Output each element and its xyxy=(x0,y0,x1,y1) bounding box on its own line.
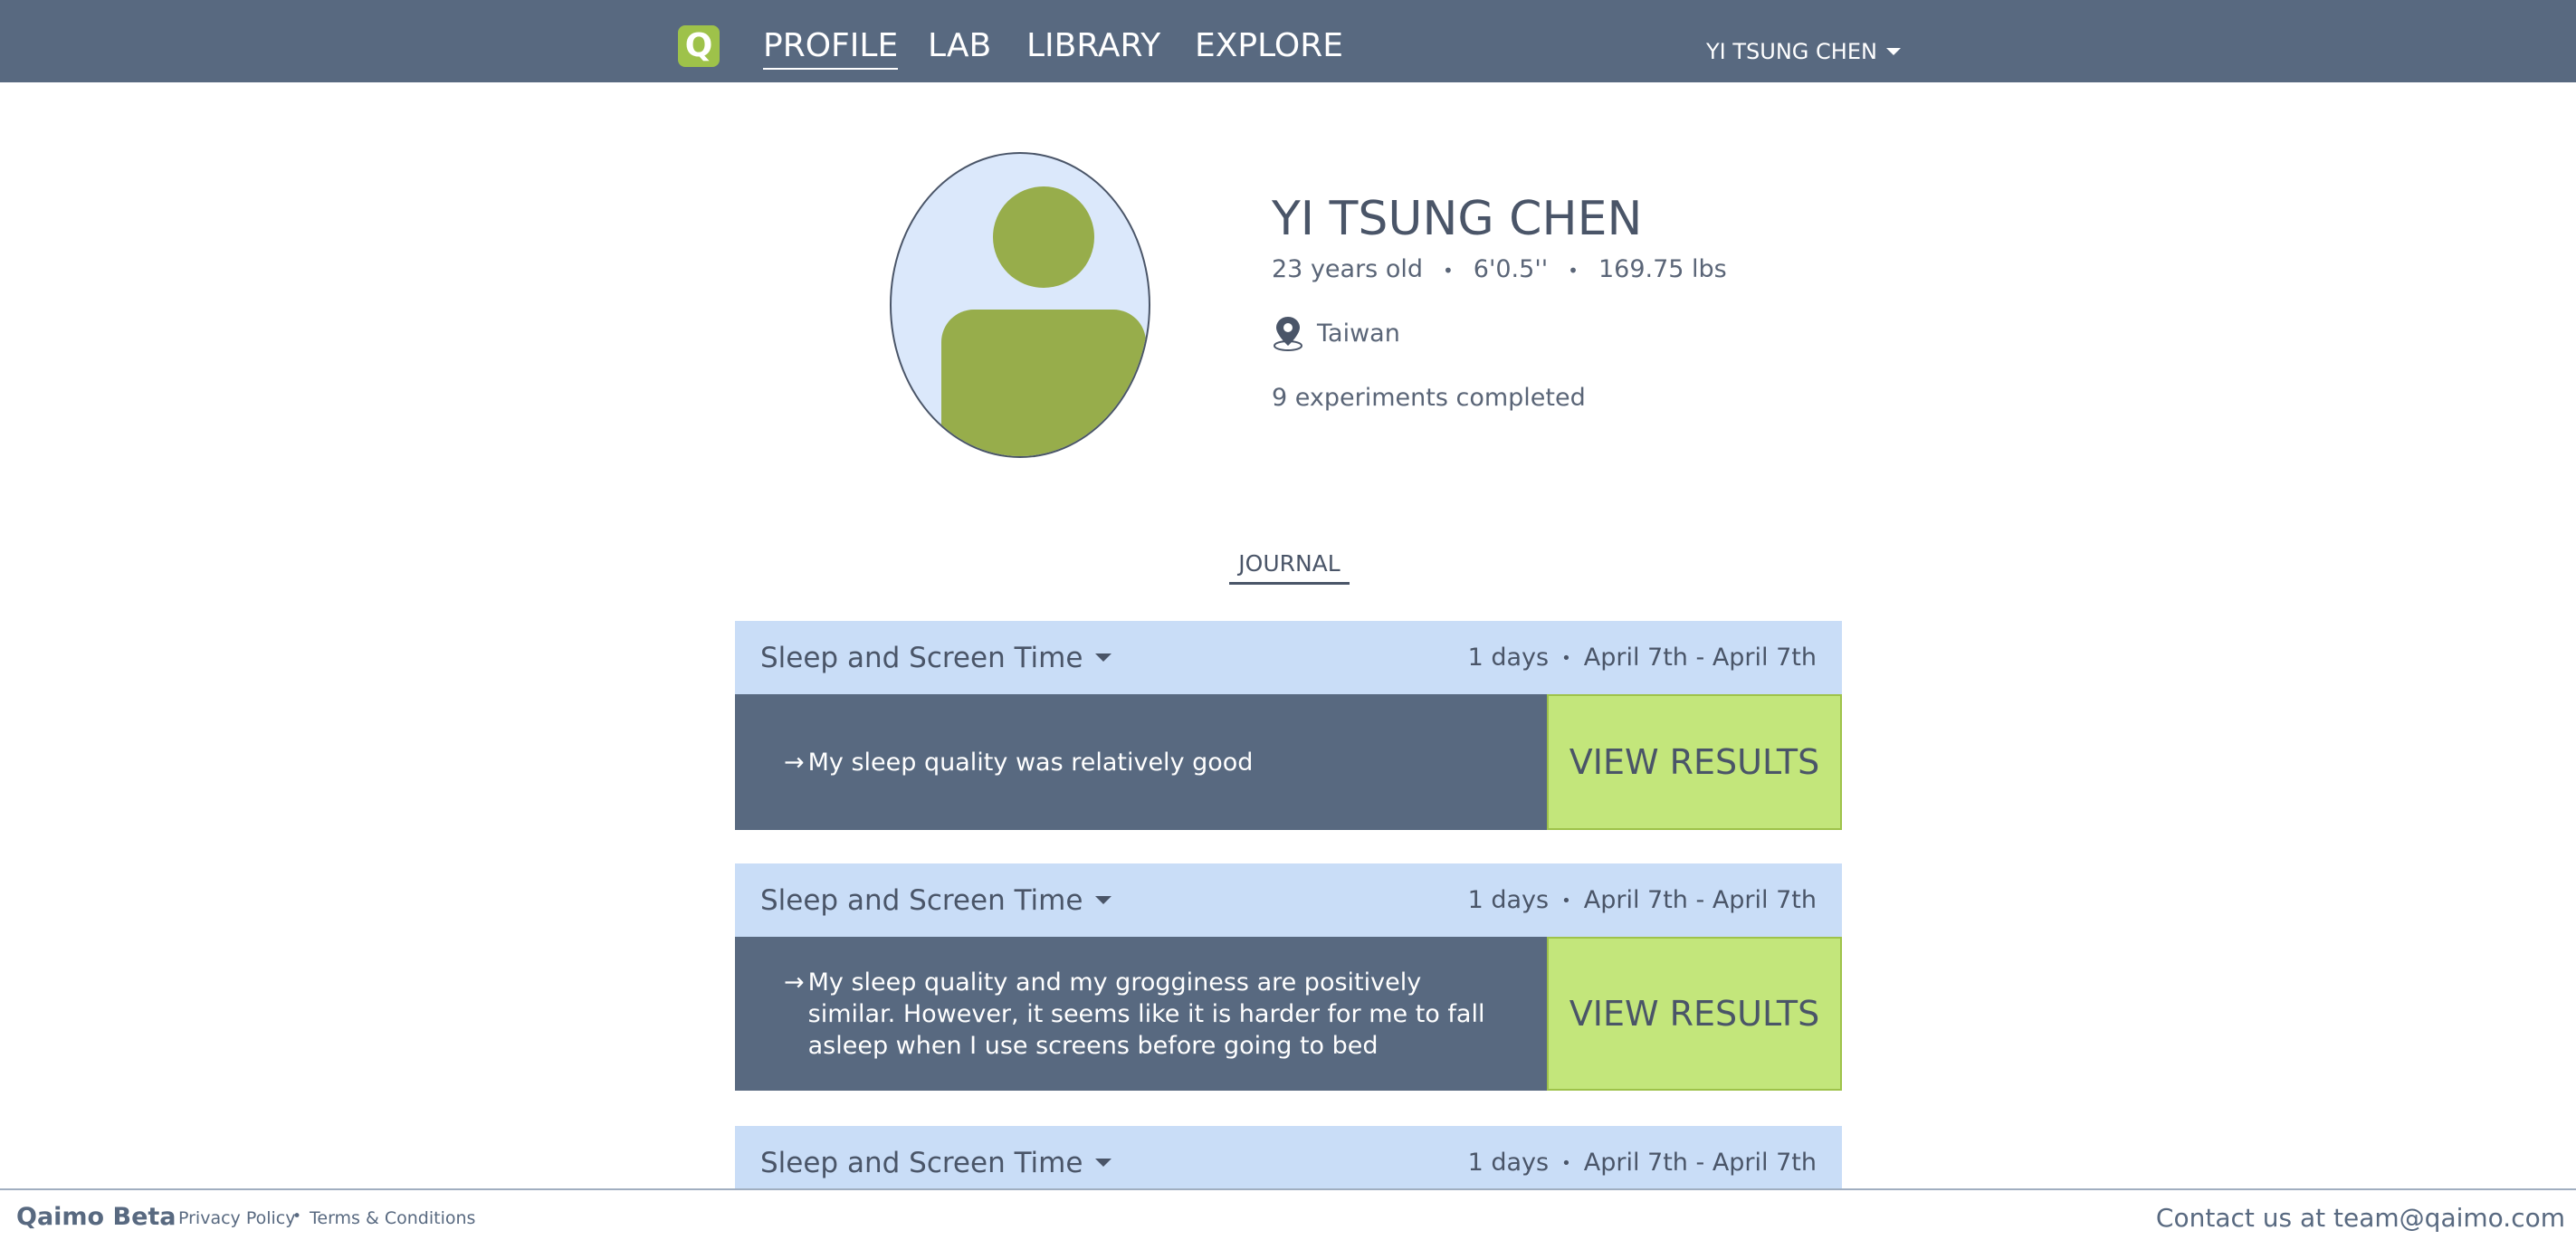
privacy-policy-link[interactable]: Privacy Policy xyxy=(178,1208,295,1228)
separator-dot: • xyxy=(1561,649,1571,668)
journal-entry-body: → My sleep quality was relatively good V… xyxy=(735,694,1842,830)
separator-dot: • xyxy=(1561,1154,1571,1173)
tab-journal[interactable]: JOURNAL xyxy=(1229,548,1350,585)
nav-profile[interactable]: PROFILE xyxy=(763,25,899,70)
terms-link[interactable]: Terms & Conditions xyxy=(310,1208,475,1228)
journal-entry-body: → My sleep quality and my grogginess are… xyxy=(735,937,1842,1091)
caret-down-icon xyxy=(1095,1159,1112,1167)
experiment-dropdown[interactable]: Sleep and Screen Time xyxy=(760,883,1112,917)
journal-entry-header: Sleep and Screen Time 1 days • April 7th -… xyxy=(735,621,1842,694)
journal-note: → My sleep quality was relatively good xyxy=(735,694,1547,830)
experiment-dates: April 7th - April 7th xyxy=(1583,1149,1817,1177)
journal-note-text: My sleep quality was relatively good xyxy=(807,748,1254,777)
profile-height: 6'0.5'' xyxy=(1473,255,1549,283)
nav-library[interactable]: LIBRARY xyxy=(1026,25,1160,67)
separator-dot: • xyxy=(292,1207,302,1226)
separator-dot: • xyxy=(1568,259,1579,281)
location-pin-icon xyxy=(1274,317,1302,351)
experiment-dropdown[interactable]: Sleep and Screen Time xyxy=(760,641,1112,674)
experiment-meta: 1 days • April 7th - April 7th xyxy=(1468,1149,1817,1177)
journal-entry-header: Sleep and Screen Time 1 days • April 7th -… xyxy=(735,863,1842,937)
profile-age: 23 years old xyxy=(1272,255,1423,283)
arrow-icon: → xyxy=(784,748,805,777)
separator-dot: • xyxy=(1561,892,1571,911)
experiment-dates: April 7th - April 7th xyxy=(1583,886,1817,914)
profile-location: Taiwan xyxy=(1272,315,1400,351)
contact-email[interactable]: Contact us at team@qaimo.com xyxy=(2156,1203,2565,1233)
journal-entry: Sleep and Screen Time 1 days • April 7th -… xyxy=(735,863,1842,1091)
caret-down-icon xyxy=(1885,48,1901,55)
experiment-title: Sleep and Screen Time xyxy=(760,1146,1083,1179)
experiment-meta: 1 days • April 7th - April 7th xyxy=(1468,644,1817,672)
nav-explore[interactable]: EXPLORE xyxy=(1195,25,1343,67)
caret-down-icon xyxy=(1095,896,1112,904)
journal-note: → My sleep quality and my grogginess are… xyxy=(735,937,1547,1091)
footer-brand: Qaimo Beta xyxy=(16,1203,177,1231)
user-menu-name: YI TSUNG CHEN xyxy=(1706,39,1877,64)
experiment-duration: 1 days xyxy=(1467,1149,1550,1177)
nav-lab[interactable]: LAB xyxy=(928,25,991,67)
user-menu-dropdown[interactable]: YI TSUNG CHEN xyxy=(1706,36,1901,67)
profile-stats: 23 years old • 6'0.5'' • 169.75 lbs xyxy=(1272,253,1727,287)
profile-experiments: 9 experiments completed xyxy=(1272,384,1586,412)
experiment-title: Sleep and Screen Time xyxy=(760,641,1083,674)
profile-weight: 169.75 lbs xyxy=(1598,255,1727,283)
user-avatar-icon xyxy=(890,152,1150,458)
separator-dot: • xyxy=(1442,259,1454,281)
footer: Qaimo Beta Privacy Policy • Terms & Cond… xyxy=(0,1188,2576,1240)
profile-location-text: Taiwan xyxy=(1317,319,1400,348)
logo-icon[interactable]: Q xyxy=(678,25,720,67)
view-results-button[interactable]: VIEW RESULTS xyxy=(1547,694,1842,830)
experiment-meta: 1 days • April 7th - April 7th xyxy=(1468,886,1817,914)
profile-name: YI TSUNG CHEN xyxy=(1272,192,1643,246)
journal-note-text: My sleep quality and my grogginess are p… xyxy=(807,968,1485,1060)
view-results-button[interactable]: VIEW RESULTS xyxy=(1547,937,1842,1091)
experiment-duration: 1 days xyxy=(1467,886,1550,914)
experiment-dropdown[interactable]: Sleep and Screen Time xyxy=(760,1146,1112,1179)
journal-entry: Sleep and Screen Time 1 days • April 7th -… xyxy=(735,621,1842,830)
avatar-head xyxy=(993,186,1094,288)
experiment-dates: April 7th - April 7th xyxy=(1583,644,1817,672)
experiment-duration: 1 days xyxy=(1467,644,1550,672)
experiment-title: Sleep and Screen Time xyxy=(760,883,1083,917)
caret-down-icon xyxy=(1095,653,1112,662)
top-navbar: Q PROFILE LAB LIBRARY EXPLORE YI TSUNG C… xyxy=(0,0,2576,82)
arrow-icon: → xyxy=(784,968,805,997)
avatar-body xyxy=(941,310,1146,456)
